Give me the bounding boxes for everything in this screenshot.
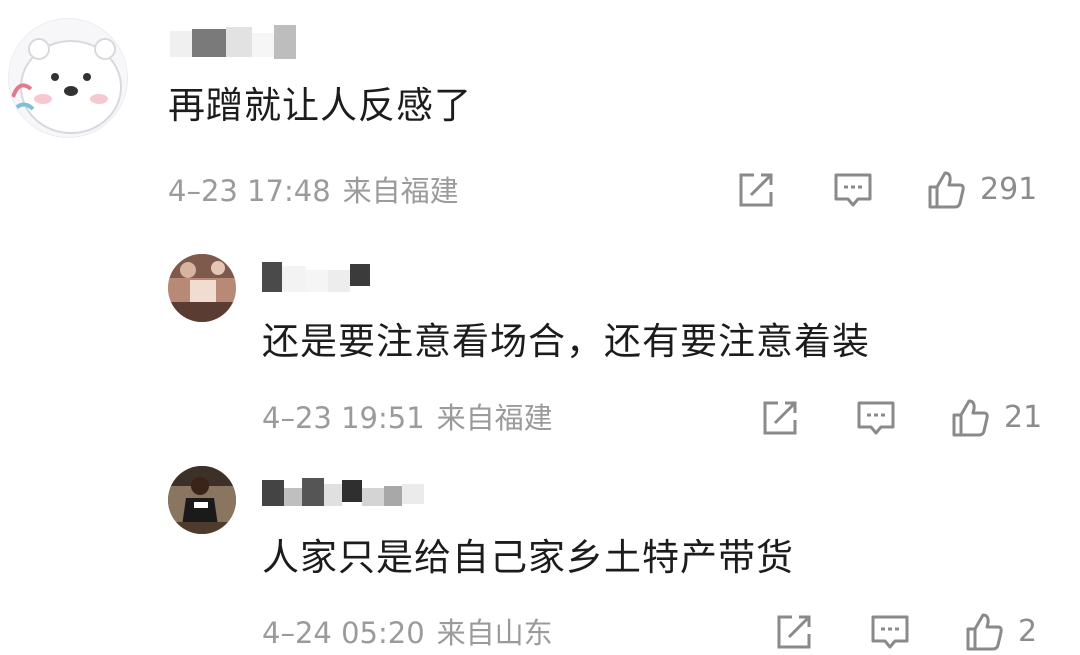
comment-button[interactable]	[868, 610, 912, 654]
reply-location: 来自福建	[436, 401, 553, 435]
reply-time: 4–24 05:20	[262, 616, 425, 650]
thumbs-up-icon	[928, 171, 965, 209]
thumbs-up-icon	[952, 399, 989, 437]
share-button[interactable]	[772, 610, 816, 654]
reply-meta: 4–23 19:51 来自福建	[262, 401, 553, 435]
comment-content: 再蹭就让人反感了	[168, 84, 472, 127]
like-count: 291	[980, 172, 1038, 207]
comment-time: 4–23 17:48	[168, 174, 331, 208]
username-obscured[interactable]	[262, 474, 442, 508]
avatar[interactable]	[8, 18, 128, 138]
like-button[interactable]: 291	[924, 168, 1037, 212]
comment-icon	[834, 173, 872, 207]
reply-meta: 4–24 05:20 来自山东	[262, 616, 553, 650]
reply-content: 还是要注意看场合，还有要注意着装	[262, 320, 870, 363]
reply-item: 人家只是给自己家乡土特产带货 4–24 05:20 来自山东 2	[0, 450, 1080, 655]
reply-location: 来自山东	[436, 616, 553, 650]
comment-meta: 4–23 17:48 来自福建	[168, 174, 459, 208]
polar-bear-avatar-icon	[9, 19, 127, 137]
basketball-player-avatar-icon	[168, 466, 236, 534]
like-button[interactable]: 2	[962, 610, 1037, 654]
share-button[interactable]	[758, 396, 802, 440]
like-button[interactable]: 21	[948, 396, 1042, 440]
thumbs-up-icon	[966, 613, 1003, 651]
avatar[interactable]	[168, 466, 236, 534]
comment-item: 再蹭就让人反感了 4–23 17:48 来自福建 291	[0, 0, 1080, 240]
reply-time: 4–23 19:51	[262, 401, 425, 435]
share-icon	[739, 173, 773, 207]
comment-icon	[871, 615, 909, 649]
username-obscured[interactable]	[170, 25, 300, 59]
username-obscured[interactable]	[262, 260, 374, 294]
user-photo-avatar-icon	[168, 254, 236, 322]
share-icon	[777, 615, 811, 649]
share-icon	[763, 401, 797, 435]
like-count: 21	[1004, 400, 1043, 435]
reply-content: 人家只是给自己家乡土特产带货	[262, 536, 794, 579]
comment-icon	[857, 401, 895, 435]
comment-location: 来自福建	[342, 174, 459, 208]
comment-button[interactable]	[854, 396, 898, 440]
avatar[interactable]	[168, 254, 236, 322]
comment-button[interactable]	[831, 168, 875, 212]
like-count: 2	[1018, 614, 1038, 649]
reply-item: 还是要注意看场合，还有要注意着装 4–23 19:51 来自福建 21	[0, 240, 1080, 450]
share-button[interactable]	[734, 168, 778, 212]
